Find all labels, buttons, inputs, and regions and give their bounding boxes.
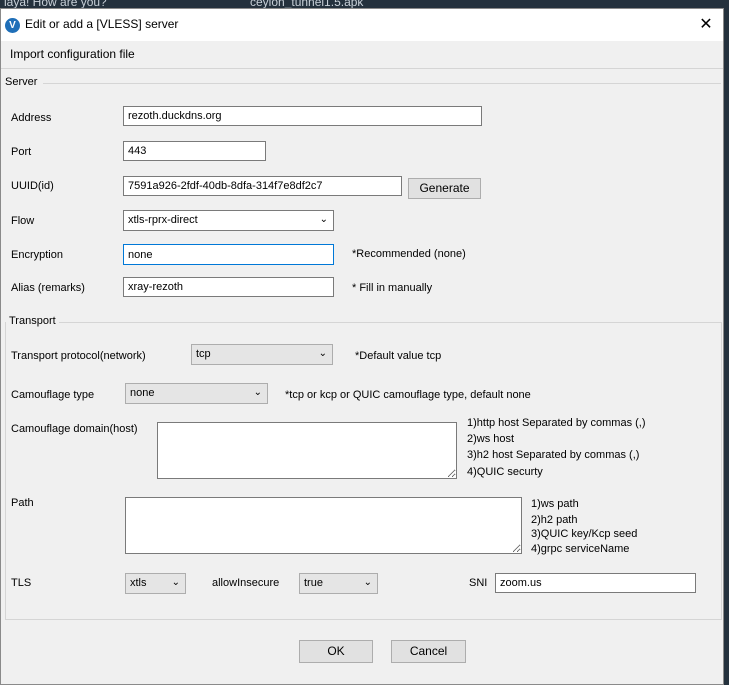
- chevron-down-icon: ⌄: [253, 387, 262, 398]
- path-label: Path: [11, 497, 34, 509]
- path-hint-3: 3)QUIC key/Kcp seed: [531, 528, 638, 540]
- window-title: Edit or add a [VLESS] server: [25, 17, 179, 31]
- server-edit-dialog: V Edit or add a [VLESS] server ✕ Import …: [0, 8, 724, 685]
- alias-hint: * Fill in manually: [352, 282, 433, 294]
- encryption-hint: *Recommended (none): [352, 248, 466, 260]
- camouflage-type-select[interactable]: none ⌄: [125, 383, 268, 404]
- menu-import-config[interactable]: Import configuration file: [10, 47, 135, 61]
- address-label: Address: [11, 112, 52, 124]
- uuid-input[interactable]: [123, 176, 402, 196]
- camouflage-domain-hint-3: 3)h2 host Separated by commas (,): [467, 449, 640, 461]
- chevron-down-icon: ⌄: [171, 577, 180, 588]
- sni-input[interactable]: [495, 573, 696, 593]
- transport-protocol-select[interactable]: tcp ⌄: [191, 344, 333, 365]
- flow-label: Flow: [11, 215, 35, 227]
- generate-uuid-button[interactable]: Generate: [408, 178, 481, 199]
- encryption-label: Encryption: [11, 249, 63, 261]
- menu-bar: Import configuration file: [1, 41, 723, 67]
- allow-insecure-select[interactable]: true ⌄: [299, 573, 378, 594]
- server-group-label: Server: [5, 76, 38, 88]
- v2rayn-app-icon: V: [5, 18, 20, 33]
- chevron-down-icon: ⌄: [363, 577, 372, 588]
- path-hint-2: 2)h2 path: [531, 514, 578, 526]
- flow-select-value: xtls-rprx-direct: [128, 214, 198, 226]
- transport-protocol-value: tcp: [196, 348, 211, 360]
- tls-select-value: xtls: [130, 577, 147, 589]
- menu-divider: [1, 68, 723, 69]
- port-input[interactable]: [123, 141, 266, 161]
- camouflage-domain-hint-1: 1)http host Separated by commas (,): [467, 417, 646, 429]
- address-input[interactable]: [123, 106, 482, 126]
- camouflage-domain-hint-2: 2)ws host: [467, 433, 515, 445]
- allow-insecure-label: allowInsecure: [212, 577, 280, 589]
- cancel-button[interactable]: Cancel: [391, 640, 466, 663]
- transport-protocol-hint: *Default value tcp: [355, 350, 442, 362]
- uuid-label: UUID(id): [11, 180, 54, 192]
- ok-button[interactable]: OK: [299, 640, 373, 663]
- server-group-divider: [43, 83, 721, 84]
- camouflage-type-value: none: [130, 387, 155, 399]
- desktop-background-edge: [724, 12, 729, 685]
- title-bar[interactable]: V Edit or add a [VLESS] server ✕: [1, 9, 723, 41]
- path-textarea[interactable]: [125, 497, 522, 554]
- transport-group-divider: [59, 322, 721, 323]
- path-hint-1: 1)ws path: [531, 498, 579, 510]
- close-button[interactable]: ✕: [693, 12, 719, 38]
- camouflage-domain-hint-4: 4)QUIC securty: [467, 466, 543, 478]
- flow-select[interactable]: xtls-rprx-direct ⌄: [123, 210, 334, 231]
- camouflage-domain-label: Camouflage domain(host): [11, 423, 138, 435]
- allow-insecure-value: true: [304, 577, 323, 589]
- camouflage-domain-textarea[interactable]: [157, 422, 457, 479]
- camouflage-type-hint: *tcp or kcp or QUIC camouflage type, def…: [285, 389, 531, 401]
- port-label: Port: [11, 146, 32, 158]
- alias-input[interactable]: [123, 277, 334, 297]
- transport-protocol-label: Transport protocol(network): [11, 350, 146, 362]
- tls-label: TLS: [11, 577, 32, 589]
- sni-label: SNI: [469, 577, 488, 589]
- chevron-down-icon: ⌄: [319, 214, 328, 225]
- path-hint-4: 4)grpc serviceName: [531, 543, 630, 555]
- camouflage-type-label: Camouflage type: [11, 389, 95, 401]
- encryption-input[interactable]: [123, 244, 334, 265]
- tls-select[interactable]: xtls ⌄: [125, 573, 186, 594]
- alias-label: Alias (remarks): [11, 282, 85, 294]
- chevron-down-icon: ⌄: [318, 348, 327, 359]
